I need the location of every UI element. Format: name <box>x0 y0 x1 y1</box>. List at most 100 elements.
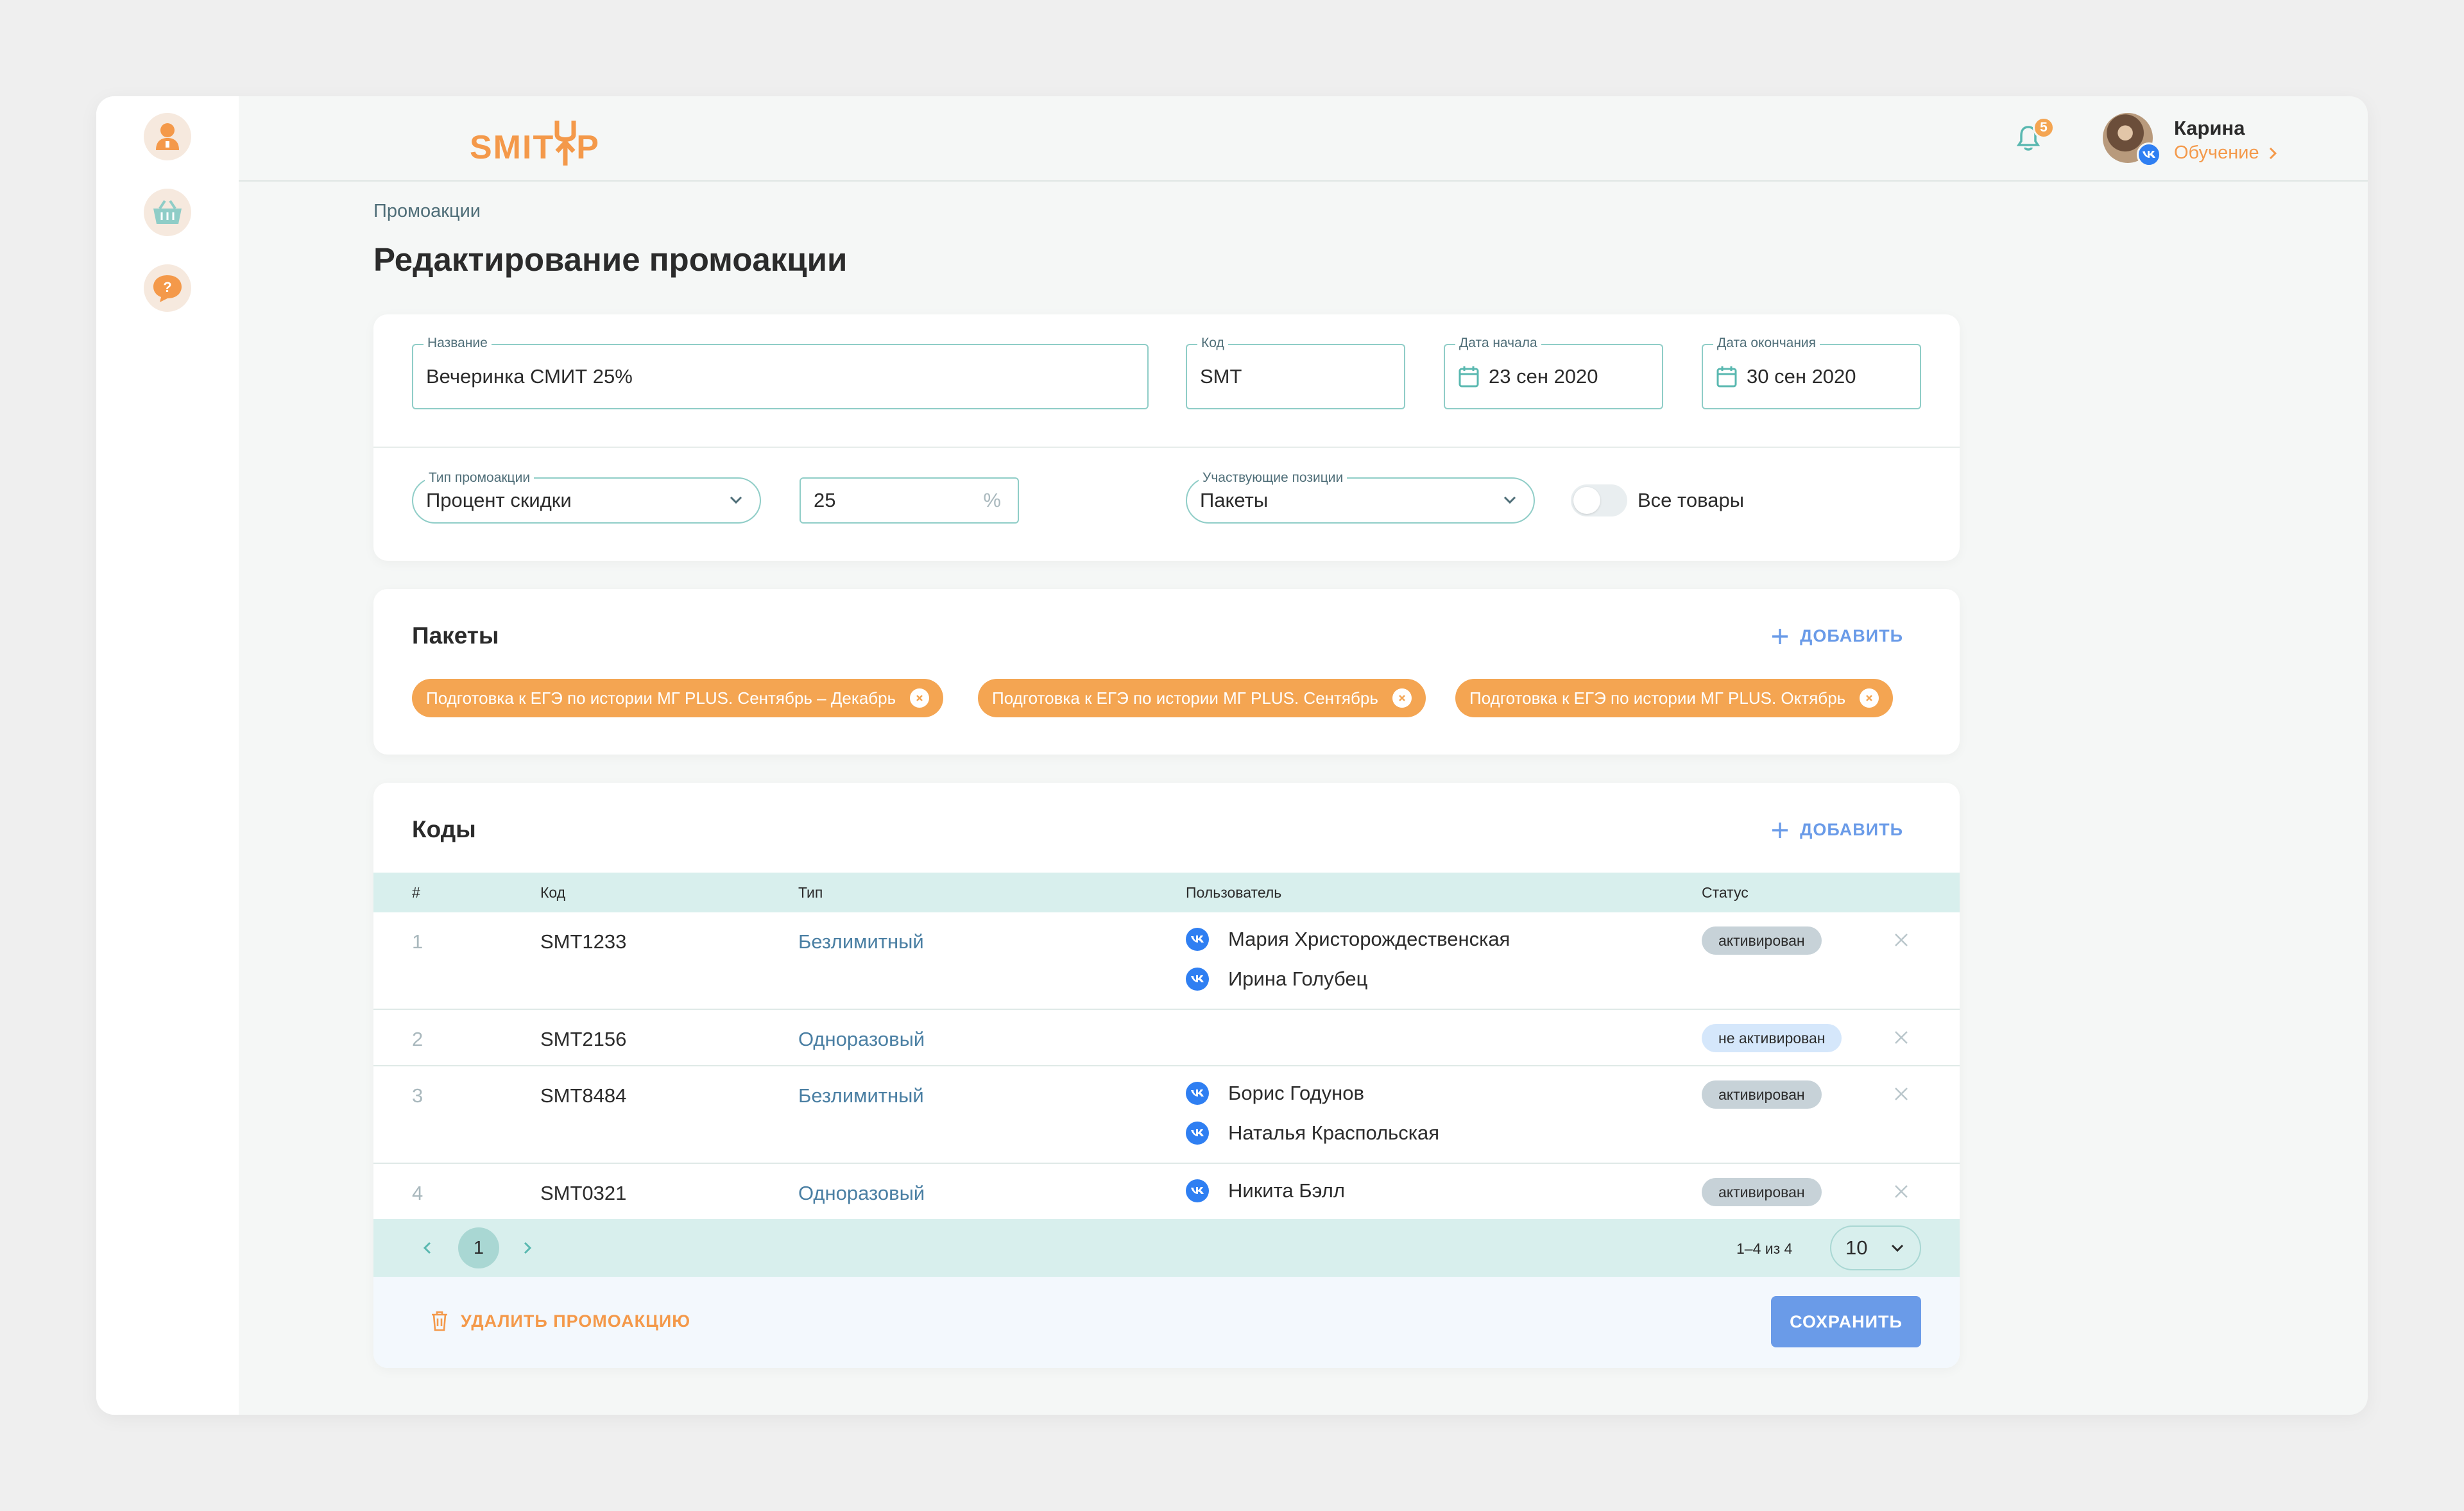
status-badge: не активирован <box>1702 1024 1842 1052</box>
chevron-down-icon <box>1891 1244 1904 1252</box>
promo-form-card: Название Вечеринка СМИТ 25% Код SMT Дата… <box>373 314 1960 561</box>
package-chip-label: Подготовка к ЕГЭ по истории МГ PLUS. Сен… <box>992 688 1378 708</box>
svg-text:?: ? <box>163 279 171 295</box>
end-date-value: 30 сен 2020 <box>1747 365 1856 388</box>
table-row[interactable]: 2 SMT2156 Одноразовый не активирован <box>373 1010 1960 1066</box>
delete-row-icon[interactable] <box>1893 932 1910 948</box>
row-user[interactable]: Ирина Голубец <box>1186 968 1367 991</box>
all-goods-label: Все товары <box>1638 489 1745 511</box>
vk-icon <box>1186 928 1209 951</box>
close-icon[interactable] <box>1860 688 1879 708</box>
row-num: 4 <box>412 1182 424 1204</box>
pagination-bar: 1 1–4 из 4 10 <box>373 1219 1960 1277</box>
plus-icon <box>1772 822 1788 838</box>
page-number-current[interactable]: 1 <box>458 1227 499 1268</box>
user-name: Борис Годунов <box>1228 1082 1364 1104</box>
add-code-button[interactable]: ДОБАВИТЬ <box>1770 820 1903 840</box>
notification-badge: 5 <box>2033 117 2055 139</box>
chevron-right-icon[interactable] <box>522 1241 533 1255</box>
column-header-user[interactable]: Пользователь <box>1186 884 1281 901</box>
chevron-left-icon[interactable] <box>422 1241 432 1255</box>
row-type: Безлимитный <box>798 930 924 953</box>
packages-card: Пакеты ДОБАВИТЬ Подготовка к ЕГЭ по исто… <box>373 589 1960 755</box>
row-type: Безлимитный <box>798 1084 924 1107</box>
logo-text-left: SMIT <box>470 129 555 166</box>
promo-type-select[interactable]: Тип промоакции Процент скидки <box>412 470 761 524</box>
user-name: Ирина Голубец <box>1228 968 1368 990</box>
page-size-select[interactable]: 10 <box>1830 1225 1921 1270</box>
positions-label: Участвующие позиции <box>1199 470 1348 486</box>
status-badge: активирован <box>1702 926 1822 955</box>
discount-input[interactable]: 25 % <box>800 477 1019 524</box>
table-row[interactable]: 4 SMT0321 Одноразовый Никита Бэлл активи… <box>373 1164 1960 1219</box>
start-date-field[interactable]: Дата начала 23 сен 2020 <box>1444 335 1663 409</box>
row-num: 1 <box>412 930 424 953</box>
name-field-value: Вечеринка СМИТ 25% <box>426 365 633 388</box>
all-goods-toggle[interactable] <box>1571 484 1627 516</box>
calendar-icon <box>1716 366 1737 388</box>
delete-row-icon[interactable] <box>1893 1029 1910 1046</box>
row-user[interactable]: Наталья Краспольская <box>1186 1122 1439 1145</box>
logo-text-right: P <box>576 129 600 166</box>
row-num: 3 <box>412 1084 424 1107</box>
close-icon[interactable] <box>1392 688 1412 708</box>
close-icon[interactable] <box>910 688 930 708</box>
trash-icon <box>432 1311 447 1331</box>
delete-promo-button[interactable]: УДАЛИТЬ ПРОМОАКЦИЮ <box>430 1310 690 1332</box>
save-button[interactable]: СОХРАНИТЬ <box>1771 1296 1921 1347</box>
row-code: SMT8484 <box>540 1084 627 1107</box>
form-divider <box>373 447 1960 448</box>
breadcrumb[interactable]: Промоакции <box>373 201 481 222</box>
app-window: ? SMIT P 5 Карина Обучение Промоакции Ре… <box>96 96 2368 1415</box>
row-user[interactable]: Борис Годунов <box>1186 1082 1364 1105</box>
positions-select[interactable]: Участвующие позиции Пакеты <box>1186 470 1535 524</box>
add-package-label: ДОБАВИТЬ <box>1800 626 1903 645</box>
discount-value: 25 <box>814 489 836 511</box>
code-field[interactable]: Код SMT <box>1186 335 1405 409</box>
name-field[interactable]: Название Вечеринка СМИТ 25% <box>412 335 1149 409</box>
chevron-down-icon <box>730 496 742 504</box>
package-chip[interactable]: Подготовка к ЕГЭ по истории МГ PLUS. Окт… <box>1455 679 1894 717</box>
delete-row-icon[interactable] <box>1893 1086 1910 1102</box>
row-user[interactable]: Никита Бэлл <box>1186 1179 1345 1202</box>
vk-icon <box>1186 1082 1209 1105</box>
user-link-learning[interactable]: Обучение <box>2174 142 2277 164</box>
promo-type-value: Процент скидки <box>426 489 572 511</box>
status-badge: активирован <box>1702 1080 1822 1109</box>
packages-title: Пакеты <box>412 622 499 649</box>
chevron-right-icon <box>2269 147 2277 159</box>
vk-icon <box>1186 1179 1209 1202</box>
sidebar-basket-icon[interactable] <box>144 189 191 236</box>
calendar-icon <box>1459 366 1479 388</box>
user-link-label: Обучение <box>2174 142 2259 163</box>
end-date-label: Дата окончания <box>1713 335 1820 352</box>
logo[interactable]: SMIT P <box>470 115 600 167</box>
package-chip[interactable]: Подготовка к ЕГЭ по истории МГ PLUS. Сен… <box>978 679 1426 717</box>
delete-row-icon[interactable] <box>1893 1183 1910 1200</box>
row-user[interactable]: Мария Христорождественская <box>1186 928 1510 951</box>
row-type: Одноразовый <box>798 1182 925 1204</box>
column-header-code[interactable]: Код <box>540 884 565 901</box>
top-header: SMIT P 5 Карина Обучение <box>239 96 2368 182</box>
add-code-label: ДОБАВИТЬ <box>1800 820 1903 839</box>
end-date-field[interactable]: Дата окончания 30 сен 2020 <box>1702 335 1921 409</box>
start-date-value: 23 сен 2020 <box>1489 365 1598 388</box>
table-row[interactable]: 3 SMT8484 Безлимитный Борис Годунов Ната… <box>373 1066 1960 1164</box>
percent-icon: % <box>983 489 1001 511</box>
column-header-status[interactable]: Статус <box>1702 884 1749 901</box>
column-header-num: # <box>412 884 420 901</box>
user-name: Карина <box>2174 117 2245 139</box>
user-name: Никита Бэлл <box>1228 1179 1345 1202</box>
row-code: SMT2156 <box>540 1028 627 1050</box>
row-type: Одноразовый <box>798 1028 925 1050</box>
code-field-label: Код <box>1197 335 1228 352</box>
user-name: Наталья Краспольская <box>1228 1122 1440 1144</box>
row-num: 2 <box>412 1028 424 1050</box>
table-row[interactable]: 1 SMT1233 Безлимитный Мария Христорождес… <box>373 912 1960 1010</box>
column-header-type[interactable]: Тип <box>798 884 823 901</box>
package-chip[interactable]: Подготовка к ЕГЭ по истории МГ PLUS. Сен… <box>412 679 944 717</box>
add-package-button[interactable]: ДОБАВИТЬ <box>1770 626 1903 646</box>
sidebar-user-icon[interactable] <box>144 113 191 160</box>
sidebar-help-icon[interactable]: ? <box>144 264 191 312</box>
promo-type-label: Тип промоакции <box>425 470 535 486</box>
